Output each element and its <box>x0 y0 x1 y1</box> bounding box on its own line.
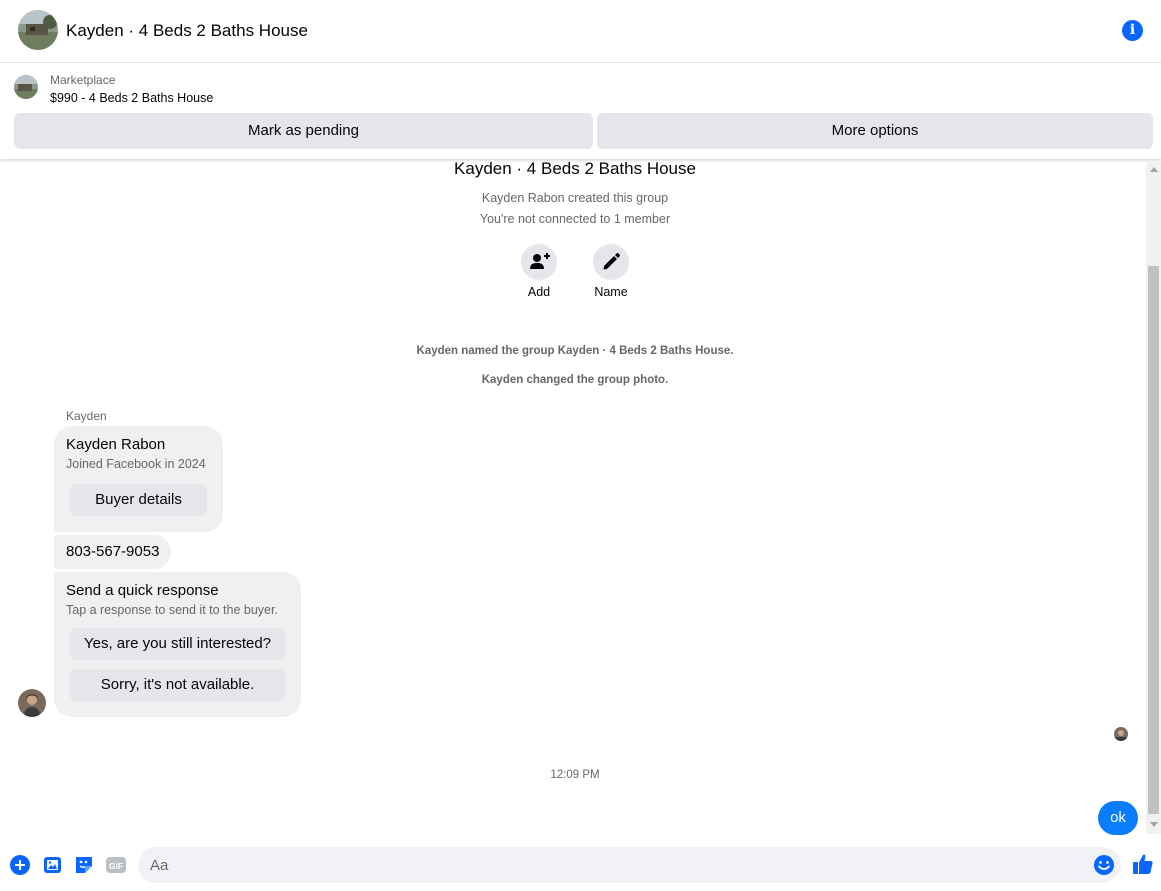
system-message: Kayden changed the group photo. <box>481 374 669 386</box>
quick-response-title: Send a quick response <box>66 582 219 599</box>
group-connection-status: You're not connected to 1 member <box>479 212 671 226</box>
listing-title[interactable]: $990 - 4 Beds 2 Baths House <box>50 91 213 105</box>
plus-circle-icon[interactable] <box>9 854 31 876</box>
marketplace-bar: Marketplace $990 - 4 Beds 2 Baths House … <box>0 63 1161 159</box>
add-member-button[interactable] <box>521 244 557 280</box>
group-intro-title: Kayden · 4 Beds 2 Baths House <box>454 159 696 178</box>
photo-icon[interactable] <box>42 854 64 876</box>
sent-message-bubble[interactable]: ok <box>1098 801 1138 835</box>
thumbs-up-icon[interactable] <box>1131 852 1155 876</box>
more-options-button[interactable]: More options <box>597 113 1153 149</box>
quick-response-option-interested[interactable]: Yes, are you still interested? <box>70 628 285 660</box>
chat-scrollbar[interactable] <box>1146 162 1161 834</box>
name-label: Name <box>594 285 628 299</box>
scroll-up-arrow-icon[interactable] <box>1150 167 1158 172</box>
chat-header: Kayden · 4 Beds 2 Baths House i <box>0 0 1161 63</box>
profile-joined: Joined Facebook in 2024 <box>66 457 206 471</box>
name-group-button[interactable] <box>593 244 629 280</box>
quick-response-bubble: Send a quick response Tap a response to … <box>54 572 301 717</box>
phone-message-bubble[interactable]: 803-567-9053 <box>54 535 171 569</box>
marketplace-label: Marketplace <box>50 73 116 87</box>
gif-label: GIF <box>109 861 123 871</box>
chat-title: Kayden · 4 Beds 2 Baths House <box>66 21 308 40</box>
gif-icon[interactable]: GIF <box>105 854 127 876</box>
sender-avatar[interactable] <box>18 689 46 717</box>
read-receipt-avatar <box>1114 727 1128 741</box>
message-input[interactable] <box>138 847 1121 883</box>
quick-response-subtitle: Tap a response to send it to the buyer. <box>66 603 278 617</box>
info-icon[interactable]: i <box>1122 20 1143 41</box>
quick-response-option-not-available[interactable]: Sorry, it's not available. <box>70 669 285 701</box>
sticker-icon[interactable] <box>73 854 95 876</box>
sender-name: Kayden <box>66 409 107 423</box>
message-timestamp: 12:09 PM <box>550 769 600 781</box>
phone-number: 803-567-9053 <box>66 543 160 560</box>
listing-thumbnail[interactable] <box>14 75 38 99</box>
system-message: Kayden named the group Kayden · 4 Beds 2… <box>416 345 734 357</box>
pencil-icon <box>603 253 620 270</box>
group-created-by: Kayden Rabon created this group <box>481 191 669 205</box>
message-composer: GIF <box>0 842 1161 891</box>
profile-name: Kayden Rabon <box>66 436 166 453</box>
add-person-icon <box>530 253 550 269</box>
profile-card-bubble: Kayden Rabon Joined Facebook in 2024 Buy… <box>54 426 223 532</box>
group-avatar[interactable] <box>18 10 58 50</box>
mark-as-pending-button[interactable]: Mark as pending <box>14 113 593 149</box>
add-label: Add <box>527 285 551 299</box>
scroll-down-arrow-icon[interactable] <box>1150 822 1158 827</box>
emoji-icon[interactable] <box>1093 854 1115 876</box>
buyer-details-button[interactable]: Buyer details <box>70 484 207 516</box>
